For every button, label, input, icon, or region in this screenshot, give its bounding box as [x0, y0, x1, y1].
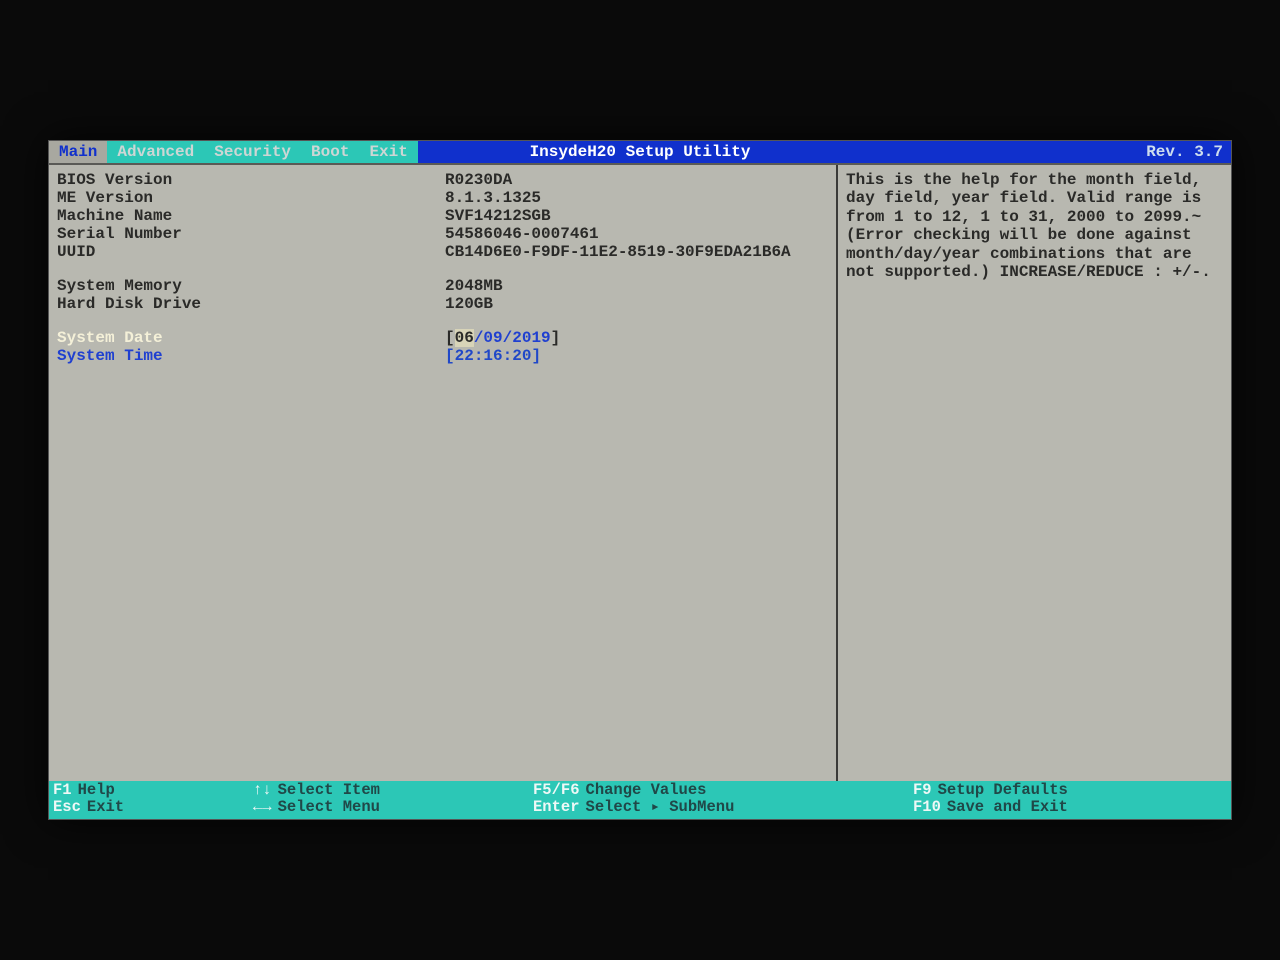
uuid-value: CB14D6E0-F9DF-11E2-8519-30F9EDA21B6A [445, 243, 828, 261]
app-title: InsydeH20 Setup Utility [49, 141, 1231, 163]
memory-label: System Memory [55, 277, 445, 295]
hint-change-values: F5/F6Change Values [533, 782, 853, 799]
main-panel: BIOS Version R0230DA ME Version 8.1.3.13… [49, 165, 836, 781]
machine-name-value: SVF14212SGB [445, 207, 828, 225]
work-area: BIOS Version R0230DA ME Version 8.1.3.13… [49, 163, 1231, 781]
row-bios-version: BIOS Version R0230DA [55, 171, 828, 189]
revision-label: Rev. 3.7 [1146, 141, 1223, 163]
system-time-value[interactable]: [22:16:20] [445, 347, 828, 365]
row-memory: System Memory 2048MB [55, 277, 828, 295]
bios-version-value: R0230DA [445, 171, 828, 189]
hint-exit: EscExit [53, 799, 253, 816]
me-version-value: 8.1.3.1325 [445, 189, 828, 207]
row-me-version: ME Version 8.1.3.1325 [55, 189, 828, 207]
hint-defaults: F9Setup Defaults [913, 782, 1227, 799]
row-system-date[interactable]: System Date [06/09/2019] [55, 329, 828, 347]
system-date-value[interactable]: [06/09/2019] [445, 329, 828, 347]
hdd-value: 120GB [445, 295, 828, 313]
me-version-label: ME Version [55, 189, 445, 207]
time-second[interactable]: 20 [512, 347, 531, 365]
hint-select-menu: ←→Select Menu [253, 799, 533, 816]
serial-value: 54586046-0007461 [445, 225, 828, 243]
row-hdd: Hard Disk Drive 120GB [55, 295, 828, 313]
footer-bar: F1Help EscExit ↑↓Select Item ←→Select Me… [49, 781, 1231, 819]
hint-help: F1Help [53, 782, 253, 799]
time-hour[interactable]: 22 [455, 347, 474, 365]
system-time-label: System Time [55, 347, 445, 365]
hint-save-exit: F10Save and Exit [913, 799, 1227, 816]
serial-label: Serial Number [55, 225, 445, 243]
row-machine-name: Machine Name SVF14212SGB [55, 207, 828, 225]
title-bar: Main Advanced Security Boot Exit InsydeH… [49, 141, 1231, 163]
time-minute[interactable]: 16 [483, 347, 502, 365]
date-month[interactable]: 06 [455, 329, 474, 347]
hint-submenu: EnterSelect ▸ SubMenu [533, 799, 853, 816]
hint-select-item: ↑↓Select Item [253, 782, 533, 799]
bios-screen: Main Advanced Security Boot Exit InsydeH… [48, 140, 1232, 820]
uuid-label: UUID [55, 243, 445, 261]
help-text: This is the help for the month field, da… [846, 171, 1223, 281]
row-serial: Serial Number 54586046-0007461 [55, 225, 828, 243]
bios-version-label: BIOS Version [55, 171, 445, 189]
help-panel: This is the help for the month field, da… [836, 165, 1231, 781]
hdd-label: Hard Disk Drive [55, 295, 445, 313]
memory-value: 2048MB [445, 277, 828, 295]
row-system-time[interactable]: System Time [22:16:20] [55, 347, 828, 365]
date-year[interactable]: 2019 [512, 329, 550, 347]
system-date-label: System Date [55, 329, 445, 347]
machine-name-label: Machine Name [55, 207, 445, 225]
row-uuid: UUID CB14D6E0-F9DF-11E2-8519-30F9EDA21B6… [55, 243, 828, 261]
date-day[interactable]: 09 [483, 329, 502, 347]
